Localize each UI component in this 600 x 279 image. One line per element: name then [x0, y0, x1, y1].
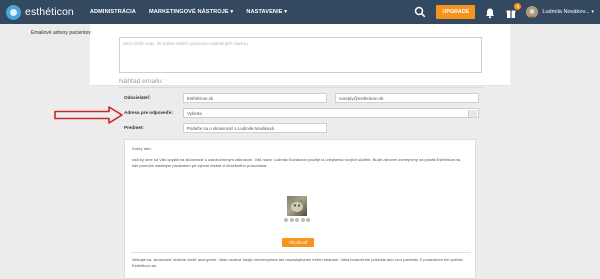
- chevron-down-icon: ▾: [230, 9, 234, 15]
- patients-label: Emailové adresy pacientov: [31, 30, 91, 36]
- gift-button[interactable]: 6: [505, 3, 522, 18]
- star-icon: [306, 218, 310, 222]
- subject-label: Predmet:: [124, 125, 144, 130]
- sender-email-value: noreply@estheticon.sk: [339, 96, 384, 101]
- subject-value: Podeľte sa o skúsenosť s Ludmila Novákov…: [187, 126, 274, 131]
- subject-field[interactable]: Podeľte sa o skúsenosť s Ludmila Novákov…: [183, 123, 327, 133]
- sender-name-value: Esthéticon.sk: [187, 96, 214, 101]
- logo-icon: [6, 4, 21, 20]
- star-icon: [295, 218, 299, 222]
- navbar-right: UPGRADE 6 Ludmila Novákov... ▾: [414, 0, 600, 24]
- arrow-annotation-icon: [54, 106, 123, 124]
- menu-item-label: MARKETINGOVÉ NÁSTROJE: [148, 9, 229, 15]
- chevron-down-icon: ▾: [284, 9, 288, 15]
- top-navbar: esthéticon ADMINISTRÁCIA MARKETINGOVÉ NÁ…: [0, 0, 600, 24]
- main-menu: ADMINISTRÁCIA MARKETINGOVÉ NÁSTROJE ▾ NA…: [90, 9, 300, 15]
- menu-item-marketingove-nastroje[interactable]: MARKETINGOVÉ NÁSTROJE ▾: [149, 9, 233, 15]
- rate-button[interactable]: Ohodnotiť: [282, 238, 314, 247]
- patients-placeholder: Sem vložte max. 20 adries Vašich pacient…: [123, 41, 248, 46]
- search-icon[interactable]: [414, 6, 426, 18]
- email-preview: Dobrý deň, radi by sme sa Vás opýtali na…: [124, 139, 476, 279]
- star-icon: [284, 218, 288, 222]
- avatar[interactable]: [526, 6, 539, 18]
- doctor-photo: [287, 196, 307, 216]
- sender-email-field[interactable]: noreply@estheticon.sk: [335, 93, 479, 103]
- reply-to-label: Adresa pre odpoveďe:: [124, 110, 173, 115]
- preview-heading: Náhľad emailu: [119, 78, 162, 85]
- email-paragraph-2: Nebojte sa, skúsenosť môžete vložiť anon…: [132, 257, 463, 268]
- logo[interactable]: esthéticon: [6, 4, 74, 20]
- sender-label: Odosielateľ:: [124, 95, 151, 100]
- notifications-button[interactable]: [484, 6, 496, 19]
- bell-icon: [486, 8, 495, 19]
- email-greeting: Dobrý deň,: [132, 146, 152, 151]
- email-paragraph-1: radi by sme sa Vás opýtali na skúsenosť …: [132, 157, 462, 168]
- logo-text: esthéticon: [25, 6, 74, 18]
- photo-image: [291, 198, 303, 212]
- select-toggle-icon[interactable]: ···: [468, 110, 477, 117]
- sender-name-field[interactable]: Esthéticon.sk: [183, 93, 327, 103]
- star-icon: [289, 218, 294, 222]
- user-name[interactable]: Ludmila Novákov...: [542, 9, 589, 15]
- reply-to-select[interactable]: Vyberte ···: [183, 108, 479, 118]
- star-icon: [300, 218, 305, 222]
- reply-to-value: Vyberte: [187, 111, 202, 116]
- menu-item-administracia[interactable]: ADMINISTRÁCIA: [90, 9, 136, 15]
- user-menu-chevron-icon[interactable]: ▾: [591, 9, 594, 15]
- patients-emails-textarea[interactable]: Sem vložte max. 20 adries Vašich pacient…: [119, 37, 482, 73]
- menu-item-nastavenie[interactable]: NASTAVENIE ▾: [246, 9, 287, 15]
- notification-badge: 6: [514, 3, 522, 10]
- avatar-image: [526, 7, 539, 18]
- upgrade-button[interactable]: UPGRADE: [436, 5, 476, 19]
- rating-stars: [284, 218, 312, 222]
- divider: [131, 252, 471, 253]
- menu-item-label: NASTAVENIE: [246, 9, 283, 15]
